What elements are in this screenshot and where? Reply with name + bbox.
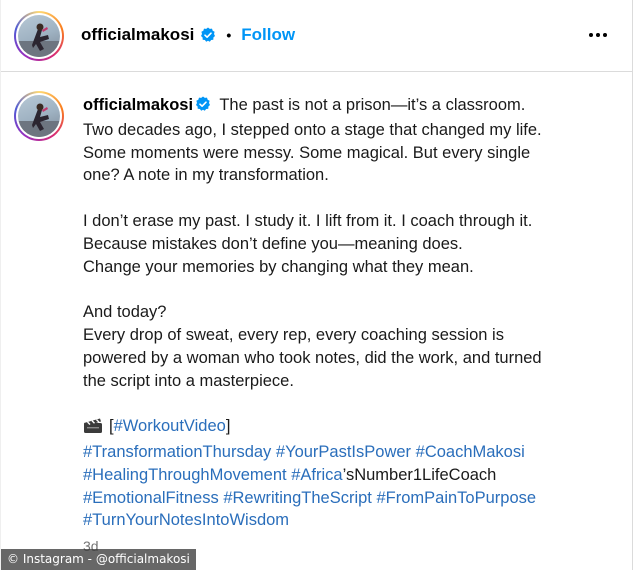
- verified-badge-icon: [195, 96, 211, 119]
- video-bracket-close: ]: [225, 417, 231, 436]
- hashtag-link[interactable]: #RewritingTheScript: [223, 489, 372, 507]
- caption-line: The past is not a prison—it’s a classroo…: [219, 96, 526, 114]
- hashtag-link[interactable]: #TransformationThursday: [83, 443, 271, 461]
- caption-line: Change your memories by changing what th…: [83, 257, 474, 276]
- avatar-image: [18, 95, 60, 137]
- post-panel: officialmakosi • Follow officialmakosi T…: [0, 0, 633, 570]
- clapper-board-icon: [83, 416, 103, 441]
- header-separator: •: [226, 27, 232, 43]
- hashtag-link[interactable]: #EmotionalFitness: [83, 489, 219, 507]
- caption-section: officialmakosi The past is not a prison—…: [1, 73, 632, 570]
- caption-line: Because mistakes don’t define you—meanin…: [83, 234, 463, 253]
- hashtag-link[interactable]: #Africa: [291, 466, 342, 484]
- follow-button[interactable]: Follow: [241, 25, 295, 45]
- image-credit-watermark: © Instagram - @officialmakosi: [1, 549, 196, 570]
- caption-text-fragment: ’sNumber1LifeCoach: [342, 465, 497, 484]
- caption-line: one? A note in my transformation.: [83, 166, 329, 185]
- caption-username[interactable]: officialmakosi: [83, 96, 193, 114]
- header-avatar[interactable]: [14, 11, 64, 61]
- post-header: officialmakosi • Follow: [1, 0, 632, 72]
- hashtag-link[interactable]: #HealingThroughMovement: [83, 466, 287, 484]
- caption-line: Some moments were messy. Some magical. B…: [83, 143, 531, 162]
- hashtag-link[interactable]: #YourPastIsPower: [276, 443, 411, 461]
- caption-line: I don’t erase my past. I study it. I lif…: [83, 211, 533, 230]
- caption-avatar[interactable]: [14, 91, 64, 141]
- more-options-icon[interactable]: [584, 24, 612, 46]
- caption-line: And today?: [83, 303, 167, 322]
- avatar-image: [18, 15, 60, 57]
- hashtag-link[interactable]: #WorkoutVideo: [114, 417, 226, 435]
- caption-text: officialmakosi The past is not a prison—…: [83, 94, 603, 532]
- header-username[interactable]: officialmakosi: [81, 25, 194, 45]
- caption-line: powered by a woman who took notes, did t…: [83, 348, 542, 367]
- hashtag-link[interactable]: #FromPainToPurpose: [376, 489, 536, 507]
- hashtag-link[interactable]: #CoachMakosi: [416, 443, 525, 461]
- hashtag-link[interactable]: #TurnYourNotesIntoWisdom: [83, 511, 289, 529]
- caption-line: Two decades ago, I stepped onto a stage …: [83, 120, 542, 139]
- caption-line: the script into a masterpiece.: [83, 371, 294, 390]
- verified-badge-icon: [200, 27, 216, 43]
- caption-line: Every drop of sweat, every rep, every co…: [83, 325, 504, 344]
